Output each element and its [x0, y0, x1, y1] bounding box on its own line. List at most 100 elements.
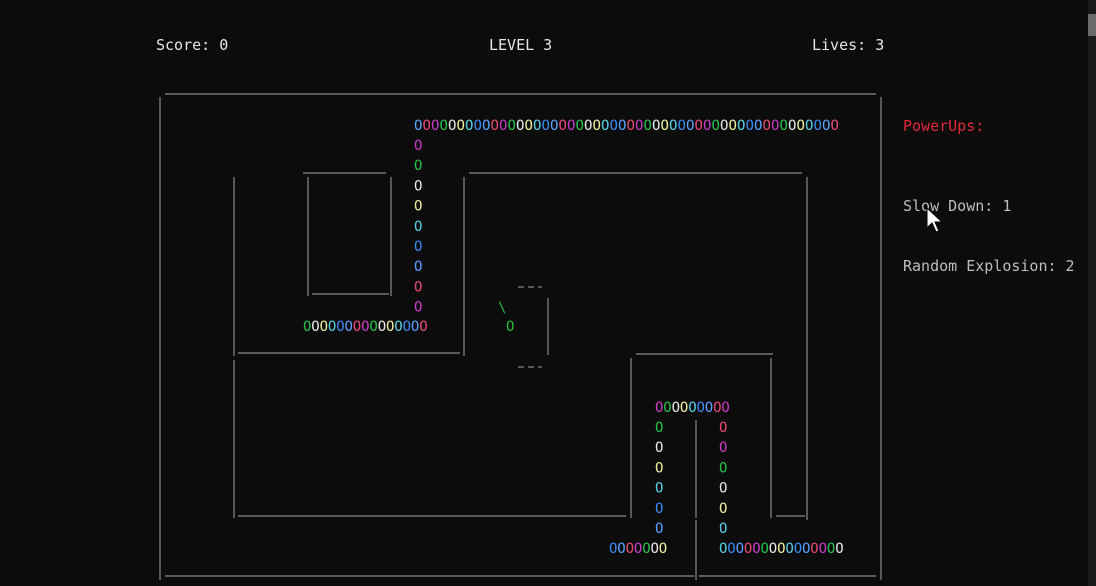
- player-snake-head: O: [506, 319, 514, 335]
- snake-segment: O: [727, 541, 735, 557]
- snake-segment: O: [311, 319, 319, 335]
- snake-segment: O: [712, 118, 720, 134]
- snake-segment: O: [403, 319, 411, 335]
- snake-segment: O: [423, 118, 431, 134]
- snake-segment: O: [655, 481, 663, 497]
- snake-segment: O: [414, 138, 422, 154]
- snake-segment: O: [737, 118, 745, 134]
- snake-segment: O: [763, 118, 771, 134]
- snake-segment: O: [386, 319, 394, 335]
- snake-segment: O: [794, 541, 802, 557]
- snake-segment: O: [797, 118, 805, 134]
- lives-display: Lives: 3: [812, 36, 885, 54]
- snake-segment: O: [831, 118, 839, 134]
- snake-segment: O: [414, 219, 422, 235]
- snake-segment: O: [584, 118, 592, 134]
- snake-segment: O: [542, 118, 550, 134]
- snake-segment: O: [713, 400, 721, 416]
- snake-segment: O: [678, 118, 686, 134]
- snake-segment: O: [440, 118, 448, 134]
- snake-segment: O: [652, 118, 660, 134]
- snake-segments: OOOOOOOOOOOOOOOOOOOOOOOOOOOOOOOOOOOOOOOO…: [303, 118, 844, 557]
- snake-segment: O: [721, 400, 729, 416]
- snake-segment: O: [431, 118, 439, 134]
- snake-segment: O: [474, 118, 482, 134]
- snake-segment: O: [491, 118, 499, 134]
- snake-segment: O: [780, 118, 788, 134]
- snake-segment: O: [320, 319, 328, 335]
- snake-segment: O: [644, 118, 652, 134]
- snake-segment: O: [819, 541, 827, 557]
- snake-segment: O: [465, 118, 473, 134]
- snake-segment: O: [729, 118, 737, 134]
- snake-segment: O: [703, 118, 711, 134]
- snake-segment: O: [788, 118, 796, 134]
- snake-segment: O: [369, 319, 377, 335]
- scrollbar-thumb[interactable]: [1088, 14, 1096, 36]
- scrollbar[interactable]: [1088, 0, 1096, 586]
- snake-segment: O: [414, 178, 422, 194]
- snake-segment: O: [635, 118, 643, 134]
- snake-segment: O: [719, 501, 727, 517]
- snake-segment: O: [394, 319, 402, 335]
- snake-segment: O: [719, 460, 727, 476]
- snake-segment: O: [414, 199, 422, 215]
- snake-segment: O: [805, 118, 813, 134]
- snake-segment: O: [353, 319, 361, 335]
- snake-segment: O: [835, 541, 843, 557]
- snake-segment: O: [533, 118, 541, 134]
- snake-segment: O: [414, 239, 422, 255]
- level-display: LEVEL 3: [489, 36, 553, 54]
- snake-segment: O: [634, 541, 642, 557]
- snake-segment: O: [618, 118, 626, 134]
- snake-segment: O: [525, 118, 533, 134]
- snake-segment: O: [810, 541, 818, 557]
- snake-segment: O: [414, 259, 422, 275]
- snake-segment: O: [695, 118, 703, 134]
- snake-segment: O: [777, 541, 785, 557]
- snake-segment: O: [769, 541, 777, 557]
- snake-segment: O: [672, 400, 680, 416]
- snake-segment: O: [642, 541, 650, 557]
- player-snake: \O: [498, 300, 514, 335]
- snake-segment: O: [827, 541, 835, 557]
- snake-segment: O: [719, 481, 727, 497]
- snake-segment: O: [559, 118, 567, 134]
- snake-segment: O: [411, 319, 419, 335]
- snake-segment: O: [754, 118, 762, 134]
- snake-segment: O: [688, 400, 696, 416]
- snake-segment: O: [626, 541, 634, 557]
- snake-segment: O: [719, 420, 727, 436]
- snake-segment: O: [378, 319, 386, 335]
- powerups-panel: PowerUps: Slow Down: 1 Random Explosion:…: [903, 76, 1075, 296]
- snake-segment: O: [328, 319, 336, 335]
- powerups-title: PowerUps:: [903, 117, 985, 135]
- snake-segment: O: [663, 400, 671, 416]
- snake-segment: O: [744, 541, 752, 557]
- snake-segment: O: [659, 541, 667, 557]
- snake-segment: O: [414, 300, 422, 316]
- maze-walls: [159, 93, 882, 580]
- snake-segment: O: [627, 118, 635, 134]
- center-cage: [518, 286, 549, 368]
- snake-segment: O: [499, 118, 507, 134]
- score-display: Score: 0: [156, 36, 229, 54]
- snake-segment: O: [593, 118, 601, 134]
- snake-segment: O: [655, 521, 663, 537]
- snake-segment: O: [336, 319, 344, 335]
- snake-segment: O: [719, 521, 727, 537]
- snake-segment: O: [361, 319, 369, 335]
- snake-segment: O: [655, 420, 663, 436]
- snake-segment: O: [567, 118, 575, 134]
- snake-segment: O: [720, 118, 728, 134]
- snake-segment: O: [785, 541, 793, 557]
- snake-segment: O: [752, 541, 760, 557]
- powerup-random-explosion: Random Explosion: 2: [903, 257, 1075, 275]
- player-snake-body: \: [498, 300, 506, 316]
- snake-segment: O: [345, 319, 353, 335]
- snake-segment: O: [414, 279, 422, 295]
- snake-segment: O: [651, 541, 659, 557]
- snake-segment: O: [414, 118, 422, 134]
- snake-segment: O: [655, 400, 663, 416]
- snake-segment: O: [655, 440, 663, 456]
